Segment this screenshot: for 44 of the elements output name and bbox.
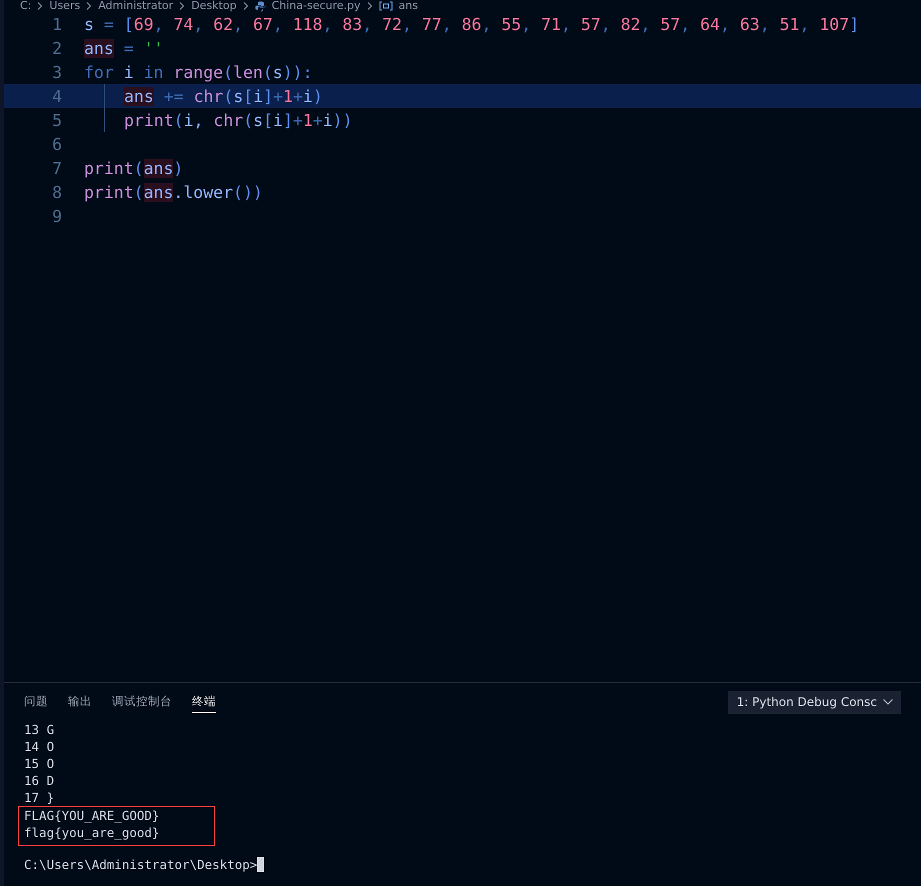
line-number: 2 <box>51 38 62 58</box>
code-line: print(ans.lower()) <box>84 182 263 204</box>
line-number: 9 <box>51 206 62 226</box>
symbol-variable-icon <box>378 1 393 11</box>
terminal-cursor <box>257 857 264 872</box>
code-line: ans = '' <box>84 38 164 60</box>
breadcrumb-item[interactable]: Desktop <box>191 0 237 12</box>
breadcrumb-item[interactable]: Administrator <box>98 0 174 12</box>
python-file-icon <box>254 0 266 12</box>
panel-tab[interactable]: 调试控制台 <box>112 691 172 713</box>
terminal-output-line: 16 D <box>24 772 56 789</box>
line-number: 8 <box>51 182 62 202</box>
panel-tab[interactable]: 输出 <box>68 691 92 713</box>
line-number: 4 <box>51 86 62 106</box>
terminal-output-line: 13 G <box>24 721 56 738</box>
line-number: 7 <box>51 158 62 178</box>
terminal-select[interactable]: 1: Python Debug Consc <box>728 690 901 714</box>
terminal-output-line: 14 O <box>24 738 56 755</box>
chevron-right-icon <box>86 2 92 10</box>
chevron-down-icon <box>883 699 893 705</box>
line-number: 1 <box>51 14 62 34</box>
terminal-output-line: flag{you_are_good} <box>24 824 160 841</box>
panel-tab[interactable]: 终端 <box>192 691 216 713</box>
chevron-right-icon <box>179 2 186 10</box>
chevron-right-icon <box>366 2 373 10</box>
code-line: print(ans) <box>84 158 184 180</box>
chevron-right-icon <box>37 2 44 10</box>
terminal-output-line: FLAG{YOU_ARE_GOOD} <box>24 807 160 824</box>
code-line: ans += chr(s[i]+1+i) <box>84 84 323 108</box>
breadcrumb-item[interactable]: China-secure.py <box>272 0 361 12</box>
breadcrumb-item[interactable]: C: <box>20 0 32 12</box>
line-number: 5 <box>51 110 62 130</box>
terminal-output-line: 17 } <box>24 789 56 806</box>
terminal-output-line: 15 O <box>24 755 56 772</box>
chevron-right-icon <box>242 2 249 10</box>
code-line: print(i, chr(s[i]+1+i)) <box>84 108 353 132</box>
breadcrumb-item[interactable]: Users <box>49 0 80 12</box>
line-number: 3 <box>51 62 62 82</box>
code-line: for i in range(len(s)): <box>84 62 313 84</box>
code-line: s = [69, 74, 62, 67, 118, 83, 72, 77, 86, 55, 71, 57, 82, 57, 64, 63, 51, 107] <box>84 14 860 36</box>
terminal-prompt: C:\Users\Administrator\Desktop> <box>24 857 258 872</box>
line-number: 6 <box>51 134 62 154</box>
breadcrumb-item[interactable]: ans <box>398 0 418 12</box>
panel-tab[interactable]: 问题 <box>24 691 48 713</box>
